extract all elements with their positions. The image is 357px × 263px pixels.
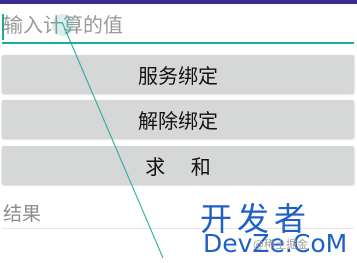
watermark-handle: @稀土掘金 <box>253 238 308 251</box>
result-label: 结果 <box>3 203 42 225</box>
sum-button[interactable]: 求 和 <box>2 146 354 184</box>
unbind-service-button[interactable]: 解除绑定 <box>2 100 354 138</box>
input-underline <box>2 42 354 44</box>
value-input-container <box>0 4 357 48</box>
bind-service-button[interactable]: 服务绑定 <box>2 55 354 93</box>
text-cursor <box>2 14 4 40</box>
touch-indicator-icon <box>52 14 74 36</box>
